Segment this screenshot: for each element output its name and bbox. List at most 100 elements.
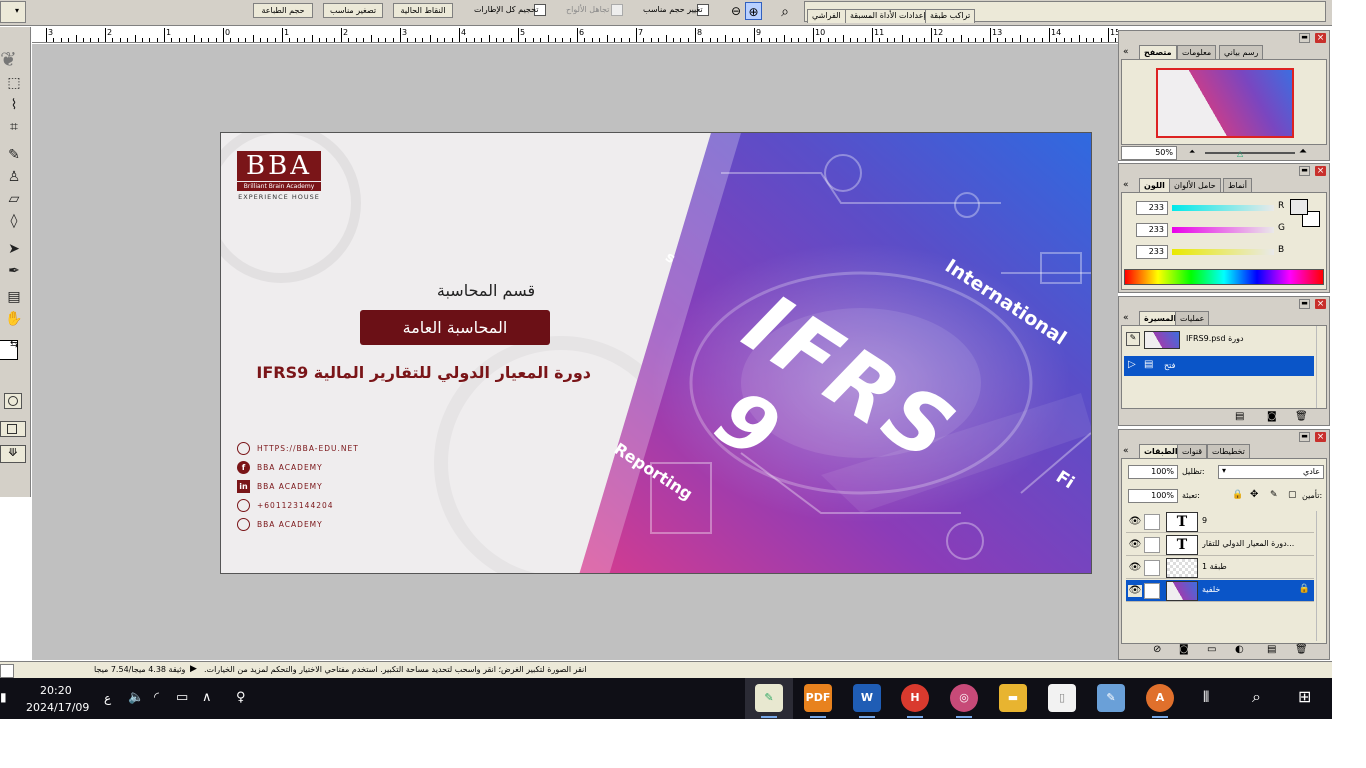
layer-row[interactable]: 👁 T دورة المعيار الدولي للتقار...: [1126, 534, 1314, 556]
b-value-field[interactable]: 233: [1136, 245, 1168, 259]
eraser-tool[interactable]: ▱: [3, 189, 25, 209]
fill-field[interactable]: 100%: [1128, 489, 1178, 503]
lock-brush-icon[interactable]: ✎: [1270, 490, 1278, 500]
color-spectrum-bar[interactable]: [1124, 269, 1324, 285]
search-icon[interactable]: ⌕: [1252, 687, 1261, 707]
r-slider[interactable]: [1172, 205, 1274, 211]
eye-icon[interactable]: 👁: [1128, 562, 1142, 574]
panel-minimize-button[interactable]: ▬: [1299, 166, 1310, 176]
zoom-field[interactable]: 50%: [1121, 146, 1177, 160]
zoom-slider-handle[interactable]: △: [1237, 149, 1243, 158]
zoom-slider[interactable]: [1205, 152, 1295, 154]
fit-screen-button[interactable]: تصغير مناسب: [323, 3, 383, 18]
layer-link-box[interactable]: [1144, 514, 1160, 530]
zoom-out-small-icon[interactable]: ⏶: [1189, 147, 1195, 157]
zoom-status-field[interactable]: [0, 664, 14, 678]
layers-scrollbar[interactable]: [1316, 511, 1326, 641]
tab-swatches[interactable]: حامل الألوان: [1169, 178, 1221, 192]
chrome-profile-h-icon[interactable]: H: [901, 684, 929, 712]
tab-channels[interactable]: قنوات: [1177, 444, 1208, 458]
new-document-from-state-icon[interactable]: ▤: [1235, 411, 1244, 422]
tab-info[interactable]: معلومات: [1177, 45, 1217, 59]
layer-brush-box[interactable]: ✎: [1144, 583, 1160, 599]
new-snapshot-icon[interactable]: ◙: [1267, 411, 1277, 422]
tab-styles[interactable]: أنماط: [1223, 178, 1252, 192]
panel-menu-icon[interactable]: «: [1123, 313, 1129, 323]
new-group-icon[interactable]: ▭: [1207, 644, 1216, 655]
r-value-field[interactable]: 233: [1136, 201, 1168, 215]
paint-app-icon[interactable]: ✎: [1097, 684, 1125, 712]
eye-icon[interactable]: 👁: [1128, 539, 1142, 551]
windows-start-icon[interactable]: ⊞: [1298, 687, 1311, 706]
eye-icon[interactable]: 👁: [1128, 516, 1142, 528]
pdf-app-icon[interactable]: PDF: [804, 684, 832, 712]
imageready-button[interactable]: ⟱: [0, 445, 26, 463]
zoom-out-button[interactable]: ⊖: [728, 2, 744, 20]
pen-tool[interactable]: ✒: [3, 261, 25, 281]
new-layer-icon[interactable]: ▤: [1267, 644, 1276, 655]
swap-colors-icon[interactable]: ⇆: [10, 339, 18, 350]
zoom-in-small-icon[interactable]: ⏶: [1299, 146, 1307, 157]
well-tab-layer-comps[interactable]: تراكب طبقة: [925, 9, 976, 23]
panel-close-button[interactable]: ×: [1315, 299, 1326, 309]
screen-mode-button[interactable]: [0, 421, 26, 437]
panel-close-button[interactable]: ×: [1315, 33, 1326, 43]
history-item-open[interactable]: ▷ ▤ فتح: [1124, 356, 1314, 376]
path-select-tool[interactable]: ➤: [3, 239, 25, 259]
notes-tool[interactable]: ▤: [3, 287, 25, 307]
trash-icon[interactable]: 🗑: [1295, 644, 1308, 655]
hand-tool[interactable]: ✋: [3, 309, 25, 329]
healing-tool[interactable]: ✎: [3, 145, 25, 165]
crop-tool[interactable]: ⌗: [3, 117, 25, 137]
blur-tool[interactable]: ◊: [3, 211, 25, 231]
show-hidden-icons-icon[interactable]: ∧: [202, 690, 212, 705]
chrome-profile-photo-icon[interactable]: ◎: [950, 684, 978, 712]
eye-icon[interactable]: 👁: [1128, 585, 1142, 597]
document-canvas[interactable]: BBA Brilliant Brain Academy Experience H…: [220, 132, 1092, 574]
ignore-palettes-checkbox[interactable]: [611, 4, 623, 16]
layer-link-box[interactable]: [1144, 537, 1160, 553]
lock-all-icon[interactable]: 🔒: [1232, 490, 1243, 500]
actual-pixels-button[interactable]: النقاط الحالية: [393, 3, 453, 18]
g-value-field[interactable]: 233: [1136, 223, 1168, 237]
network-icon[interactable]: ◜: [154, 690, 159, 705]
trash-icon[interactable]: 🗑: [1295, 411, 1308, 422]
people-icon[interactable]: ♀: [236, 690, 246, 705]
language-indicator[interactable]: ع: [104, 691, 111, 705]
layer-style-icon[interactable]: ⊘: [1153, 644, 1161, 655]
well-tab-tool-presets[interactable]: إعدادات الأداة المسبقة: [845, 9, 931, 23]
panel-minimize-button[interactable]: ▬: [1299, 299, 1310, 309]
tab-navigator[interactable]: متصفح: [1139, 45, 1177, 59]
well-tab-brushes[interactable]: الفراشي: [807, 9, 846, 23]
panel-close-button[interactable]: ×: [1315, 166, 1326, 176]
navigator-thumbnail[interactable]: [1156, 68, 1294, 138]
volume-icon[interactable]: 🔈: [128, 690, 144, 705]
history-scrollbar[interactable]: [1316, 326, 1326, 408]
status-menu-arrow[interactable]: ▶: [190, 664, 197, 674]
battery-icon[interactable]: ▭: [176, 690, 188, 705]
print-size-button[interactable]: حجم الطباعة: [253, 3, 313, 18]
history-snapshot[interactable]: ✎ IFRS9.psd دورة: [1124, 330, 1314, 350]
panel-close-button[interactable]: ×: [1315, 432, 1326, 442]
clock-date[interactable]: 2024/17/09: [26, 701, 89, 714]
layer-row-selected[interactable]: 👁 ✎ خلفية 🔒: [1126, 580, 1314, 602]
stamp-tool[interactable]: ♙: [3, 167, 25, 187]
lock-move-icon[interactable]: ✥: [1250, 489, 1258, 500]
panel-menu-icon[interactable]: «: [1123, 180, 1129, 190]
adjustment-layer-icon[interactable]: ◐: [1235, 644, 1244, 655]
panel-menu-icon[interactable]: «: [1123, 47, 1129, 57]
blank-document-icon[interactable]: ▯: [1048, 684, 1076, 712]
quickmask-button[interactable]: [4, 393, 22, 409]
g-slider[interactable]: [1172, 227, 1274, 233]
marquee-tool[interactable]: ⬚: [3, 73, 25, 93]
notification-icon[interactable]: ▮: [0, 690, 7, 704]
file-explorer-icon[interactable]: ▬: [999, 684, 1027, 712]
layer-row[interactable]: 👁 T 9: [1126, 511, 1314, 533]
panel-minimize-button[interactable]: ▬: [1299, 432, 1310, 442]
opacity-field[interactable]: 100%: [1128, 465, 1178, 479]
tab-actions[interactable]: عمليات: [1175, 311, 1210, 325]
tab-paths[interactable]: تخطيطات: [1207, 444, 1250, 458]
photoshop-taskbar-icon[interactable]: ✎: [755, 684, 783, 712]
word-app-icon[interactable]: W: [853, 684, 881, 712]
panel-minimize-button[interactable]: ▬: [1299, 33, 1310, 43]
